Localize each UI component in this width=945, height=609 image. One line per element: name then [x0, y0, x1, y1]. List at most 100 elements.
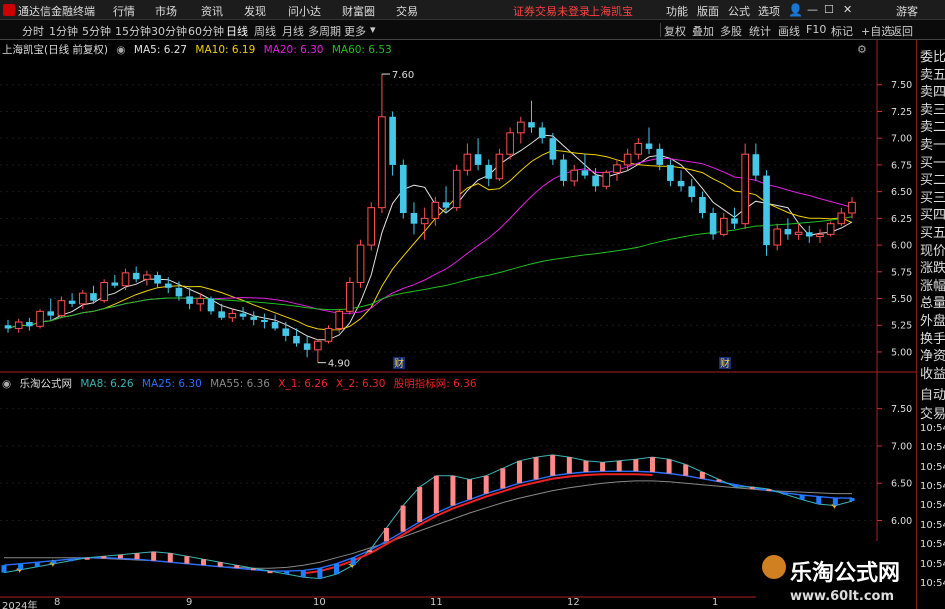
candle — [570, 164, 579, 187]
candle-body — [528, 122, 535, 128]
candle — [528, 100, 535, 133]
sub-bar-up — [151, 551, 157, 561]
sidebar-label: 买五 — [920, 226, 945, 241]
sub-bar-down — [284, 571, 290, 575]
candle-body — [848, 201, 856, 214]
candle-body — [709, 213, 717, 235]
sidebar-label[interactable]: 交易 — [920, 403, 945, 422]
candle — [741, 143, 749, 230]
sidebar-label[interactable]: 自动 — [920, 384, 945, 403]
sub-bar-down — [832, 498, 838, 506]
sub-tick-label: 6.00 — [891, 516, 912, 527]
candle-body — [452, 169, 461, 209]
candle-body — [356, 244, 365, 283]
sidebar-label: 卖二 — [920, 120, 945, 136]
candle-body — [592, 175, 599, 187]
candle — [378, 74, 386, 213]
main-tick-label: 5.50 — [891, 294, 912, 305]
candle-body — [506, 132, 514, 155]
candle-body — [623, 153, 632, 166]
sub-bar-up — [483, 475, 489, 494]
main-tick-label: 5.00 — [891, 347, 912, 358]
candle — [324, 325, 333, 344]
candle-body — [250, 316, 258, 320]
candle — [303, 335, 311, 358]
candle — [495, 148, 504, 181]
candle — [410, 202, 418, 235]
main-tick-label: 6.00 — [891, 241, 912, 252]
candle-body — [186, 296, 193, 304]
ma5-line — [7, 134, 853, 341]
candle-body — [634, 143, 643, 155]
candle — [463, 143, 472, 176]
candle-body — [516, 121, 525, 134]
sub-bar-up — [400, 505, 406, 532]
candle-body — [303, 343, 311, 350]
sidebar-label: 10:54 — [920, 519, 945, 531]
main-tick-label: 7.25 — [891, 107, 912, 118]
sub-bar-down — [799, 495, 805, 500]
candle-body — [688, 186, 696, 197]
candle — [68, 293, 76, 308]
sidebar-label: 卖四 — [920, 85, 945, 101]
candle-body — [837, 212, 846, 225]
sidebar-label: 净资 — [920, 349, 945, 365]
sidebar-label: 换手 — [920, 331, 945, 347]
candle-body — [132, 272, 140, 280]
candle-body — [293, 335, 300, 344]
candle-body — [78, 292, 87, 305]
candle — [314, 339, 322, 363]
candle-body — [420, 217, 429, 225]
sub-bar-up — [550, 454, 556, 476]
sub-bar-up — [533, 457, 539, 480]
candle-body — [324, 327, 333, 342]
sidebar-label: 涨跌 — [920, 261, 945, 277]
sub-bar-up — [649, 457, 655, 472]
candle-body — [47, 311, 55, 316]
candle-body — [699, 196, 706, 213]
candle-body — [773, 228, 782, 246]
candle — [560, 154, 567, 187]
candle-body — [154, 275, 161, 284]
sub-bar-down — [334, 563, 340, 575]
sub-bar-up — [716, 479, 722, 482]
sidebar-label: 10:54 — [920, 539, 945, 551]
main-tick-label: 6.50 — [891, 187, 912, 198]
candle — [399, 159, 407, 219]
candle-body — [752, 154, 760, 176]
candle-body — [26, 322, 33, 327]
candle — [805, 225, 813, 243]
candle-body — [239, 313, 247, 317]
candle-body — [90, 293, 97, 301]
sidebar-label: 10:54 — [920, 500, 945, 512]
candle — [538, 122, 546, 144]
candle — [709, 207, 717, 240]
date-label-oct: 10 — [313, 597, 326, 608]
sub-bar-down — [849, 498, 855, 502]
candle — [699, 191, 706, 219]
candle — [250, 311, 258, 326]
candle — [228, 309, 237, 323]
date-label-jan: 1 — [712, 597, 719, 608]
sub-bar-up — [467, 479, 473, 500]
main-tick-label: 6.25 — [891, 214, 912, 225]
candle — [271, 314, 279, 331]
candle — [47, 298, 55, 320]
candle — [442, 186, 450, 213]
candle-body — [164, 283, 172, 288]
candle — [143, 270, 151, 286]
candle-body — [719, 217, 728, 235]
candle-body — [346, 281, 354, 312]
sub-bar-up — [134, 553, 140, 560]
sidebar-label: 买一 — [920, 155, 945, 171]
sub-bar-up — [234, 565, 240, 569]
candle-body — [794, 231, 803, 235]
financial-report-label: 财 — [720, 357, 730, 370]
sub-bar-up — [217, 562, 223, 567]
sub-bar-up — [600, 462, 606, 472]
candle — [485, 159, 493, 187]
sub-tick-label: 7.00 — [891, 441, 912, 452]
candle — [677, 170, 685, 192]
candle — [261, 313, 268, 329]
sub-bar-up — [367, 550, 373, 553]
